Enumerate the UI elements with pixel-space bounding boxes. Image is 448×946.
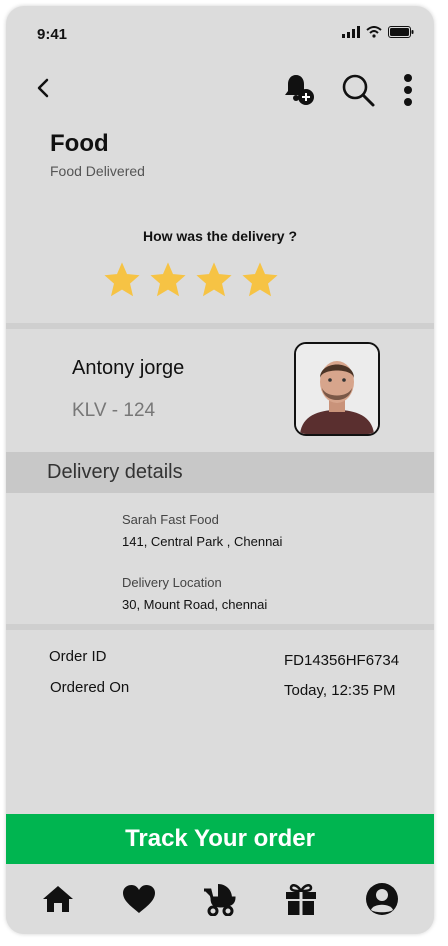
home-icon[interactable]: [32, 873, 84, 925]
status-time: 9:41: [37, 26, 68, 43]
profile-icon[interactable]: [356, 873, 408, 925]
star-icon[interactable]: [104, 262, 140, 298]
page-title: Food: [50, 130, 109, 157]
page-subtitle: Food Delivered: [50, 163, 145, 179]
driver-avatar: [294, 342, 380, 436]
star-icon[interactable]: [150, 262, 186, 298]
gift-icon[interactable]: [275, 873, 327, 925]
bell-plus-icon[interactable]: [282, 72, 318, 108]
status-icons: [342, 26, 414, 38]
driver-vehicle-number: KLV - 124: [72, 400, 156, 421]
divider: [6, 323, 434, 329]
heart-icon[interactable]: [113, 873, 165, 925]
restaurant-address: 141, Central Park , Chennai: [122, 534, 283, 549]
ordered-on-value: Today, 12:35 PM: [284, 682, 396, 699]
restaurant-name: Sarah Fast Food: [122, 512, 219, 527]
delivery-location-address: 30, Mount Road, chennai: [122, 597, 268, 612]
divider: [6, 624, 434, 630]
phone-screen: 9:41 Food Food Delivered How was the del…: [6, 6, 434, 934]
back-chevron-icon[interactable]: [32, 76, 54, 100]
ordered-on-label: Ordered On: [50, 679, 130, 696]
more-vertical-icon[interactable]: [396, 72, 420, 108]
stroller-icon[interactable]: [194, 873, 246, 925]
star-icon[interactable]: [242, 262, 278, 298]
bottom-nav: [6, 864, 434, 934]
star-rating[interactable]: [104, 262, 278, 298]
rating-question: How was the delivery ?: [142, 228, 298, 244]
order-id-label: Order ID: [49, 648, 107, 665]
driver-name: Antony jorge: [72, 357, 185, 379]
track-order-button[interactable]: Track Your order: [6, 814, 434, 864]
signal-icon: [342, 26, 360, 38]
delivery-details-title: Delivery details: [47, 461, 183, 483]
star-icon[interactable]: [196, 262, 232, 298]
search-icon[interactable]: [340, 72, 376, 108]
delivery-location-label: Delivery Location: [122, 575, 222, 590]
battery-icon: [388, 26, 414, 38]
order-id-value: FD14356HF6734: [284, 652, 400, 669]
wifi-icon: [366, 26, 382, 38]
